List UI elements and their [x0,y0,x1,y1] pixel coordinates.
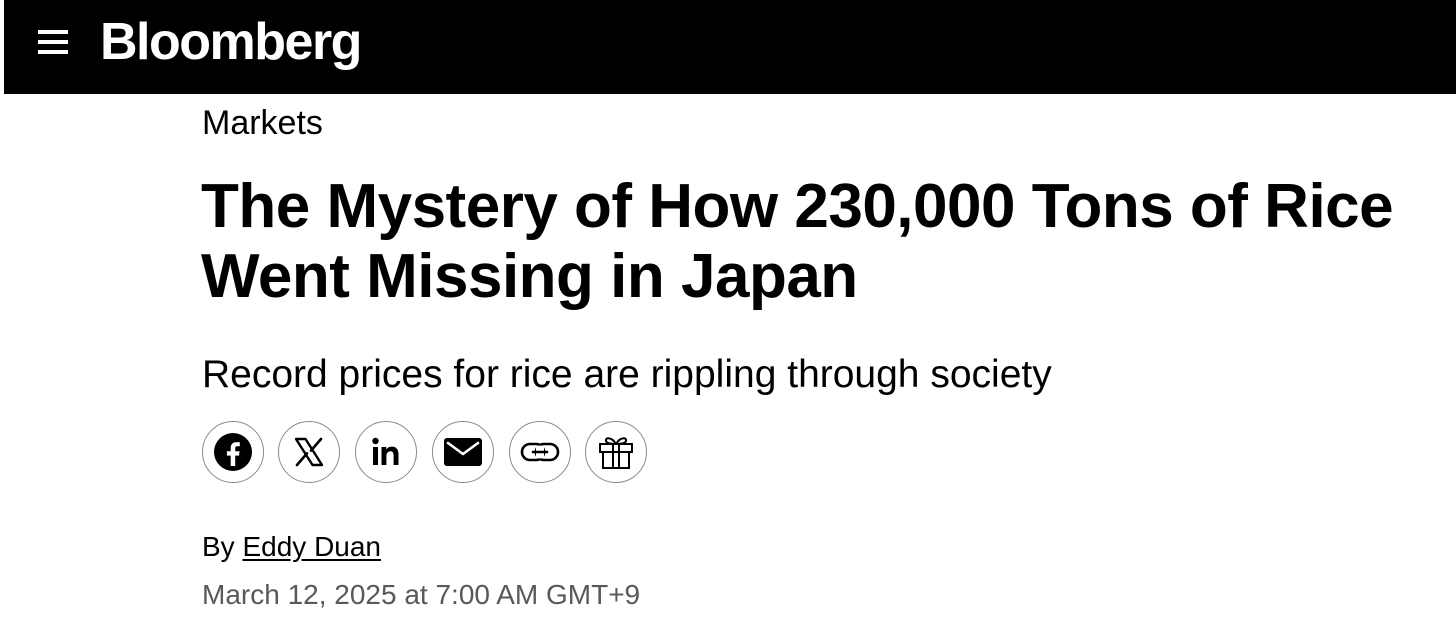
x-twitter-icon [294,437,324,467]
facebook-icon [214,433,252,471]
share-facebook-button[interactable] [202,421,264,483]
byline-prefix: By [202,531,235,562]
linkedin-icon [372,437,399,465]
share-x-button[interactable] [278,421,340,483]
top-nav-bar: Bloomberg [4,0,1456,94]
share-email-button[interactable] [432,421,494,483]
gift-article-button[interactable] [585,421,647,483]
article-dek: Record prices for rice are rippling thro… [202,353,1052,396]
byline: By Eddy Duan [202,529,381,565]
share-linkedin-button[interactable] [355,421,417,483]
bloomberg-logo[interactable]: Bloomberg [100,10,362,74]
hamburger-menu-icon[interactable] [38,29,70,55]
copy-link-button[interactable] [509,421,571,483]
article-headline: The Mystery of How 230,000 Tons of Rice … [201,172,1394,311]
link-icon [520,442,560,462]
publish-date: March 12, 2025 at 7:00 AM GMT+9 [202,579,641,610]
email-icon [444,438,482,466]
section-link[interactable]: Markets [202,102,323,144]
author-link[interactable]: Eddy Duan [242,531,381,562]
gift-icon [599,437,633,469]
